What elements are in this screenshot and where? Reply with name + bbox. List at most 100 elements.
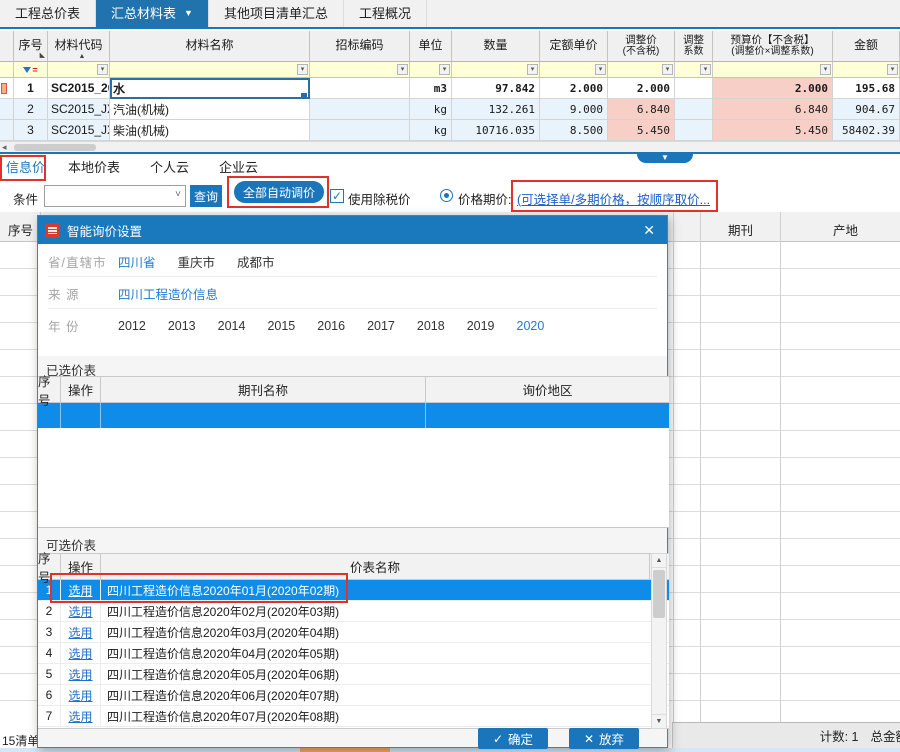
bottom-scrollbar-thumb[interactable] [300, 748, 390, 752]
year-option[interactable]: 2017 [367, 319, 395, 333]
year-option[interactable]: 2012 [118, 319, 146, 333]
cell-code[interactable]: SC2015_200 [48, 78, 110, 99]
header-adjust-coef[interactable]: 调整系数 [675, 31, 713, 62]
filter-cell-budget[interactable]: ▾ [713, 62, 833, 78]
cell-bid[interactable] [310, 99, 410, 120]
tax-checkbox[interactable]: ✓ [330, 189, 344, 203]
selected-empty-row[interactable] [38, 403, 669, 428]
query-button[interactable]: 查询 [190, 185, 222, 207]
cell-adj[interactable]: 5.450 [608, 120, 675, 141]
cell-amount[interactable]: 58402.39 [833, 120, 900, 141]
horizontal-scrollbar[interactable]: ◂ [0, 141, 900, 152]
filter-dropdown-icon[interactable]: ▾ [700, 64, 711, 75]
filter-dropdown-icon[interactable]: ▾ [887, 64, 898, 75]
year-option[interactable]: 2019 [467, 319, 495, 333]
cell-quota[interactable]: 9.000 [540, 99, 608, 120]
filter-cell-index[interactable]: = [14, 62, 48, 78]
cell-budget[interactable]: 5.450 [713, 120, 833, 141]
year-option[interactable]: 2013 [168, 319, 196, 333]
scroll-up-icon[interactable]: ▲ [652, 554, 666, 568]
use-link[interactable]: 选用 [61, 685, 101, 705]
period-radio[interactable] [440, 189, 453, 202]
cell-coef[interactable] [675, 78, 713, 99]
filter-dropdown-icon[interactable]: ▾ [439, 64, 450, 75]
filter-cell-coef[interactable]: ▾ [675, 62, 713, 78]
filter-cell-amount[interactable]: ▾ [833, 62, 900, 78]
header-adjusted-price[interactable]: 调整价(不含税) [608, 31, 675, 62]
cell-adj[interactable]: 2.000 [608, 78, 675, 99]
tab-project-overview[interactable]: 工程概况 [344, 0, 427, 27]
cell-index[interactable]: 2 [14, 99, 48, 120]
use-link[interactable]: 选用 [61, 643, 101, 663]
filter-dropdown-icon[interactable]: ▾ [595, 64, 606, 75]
filter-cell-qty[interactable]: ▾ [452, 62, 540, 78]
filter-cell-adj[interactable]: ▾ [608, 62, 675, 78]
cell-quota[interactable]: 8.500 [540, 120, 608, 141]
period-radio-label[interactable]: 价格期价: [458, 189, 511, 208]
filter-cell-code[interactable]: ▾ [48, 62, 110, 78]
cell-qty[interactable]: 132.261 [452, 99, 540, 120]
scrollbar-thumb[interactable] [653, 570, 665, 618]
cell-budget[interactable]: 6.840 [713, 99, 833, 120]
province-option-chongqing[interactable]: 重庆市 [178, 252, 216, 271]
filter-dropdown-icon[interactable]: ▾ [97, 64, 108, 75]
scrollbar-thumb[interactable] [14, 144, 96, 151]
filter-cell-bid[interactable]: ▾ [310, 62, 410, 78]
cell-unit[interactable]: kg [410, 99, 452, 120]
close-icon[interactable]: ✕ [643, 222, 655, 238]
cell-amount[interactable]: 195.68 [833, 78, 900, 99]
cell-quota[interactable]: 2.000 [540, 78, 608, 99]
vertical-scrollbar[interactable]: ▲ ▼ [651, 553, 667, 729]
tab-material-summary[interactable]: 汇总材料表 ▼ [96, 0, 209, 27]
tax-checkbox-label[interactable]: 使用除税价 [348, 189, 411, 208]
cell-code[interactable]: SC2015_JX00 [48, 99, 110, 120]
filter-dropdown-icon[interactable]: ▾ [527, 64, 538, 75]
tab-other-items[interactable]: 其他项目清单汇总 [209, 0, 344, 27]
list-item[interactable]: 3 选用 四川工程造价信息2020年03月(2020年04期) [38, 622, 669, 643]
tab-personal-cloud[interactable]: 个人云 [135, 155, 204, 180]
auto-adjust-button[interactable]: 全部自动调价 [234, 181, 324, 203]
list-item[interactable]: 4 选用 四川工程造价信息2020年04月(2020年05期) [38, 643, 669, 664]
cell-qty[interactable]: 10716.035 [452, 120, 540, 141]
filter-cell-quota[interactable]: ▾ [540, 62, 608, 78]
cell-index[interactable]: 3 [14, 120, 48, 141]
header-budget-price[interactable]: 预算价【不含税】(调整价×调整系数) [713, 31, 833, 62]
header-code[interactable]: 材料代码▲ [48, 31, 110, 62]
tab-project-total[interactable]: 工程总价表 [0, 0, 96, 27]
collapse-panel-handle[interactable]: ▼ [637, 153, 693, 163]
dialog-title-bar[interactable]: 智能询价设置 ✕ [38, 216, 667, 244]
use-link[interactable]: 选用 [61, 622, 101, 642]
filter-cell-name[interactable]: ▾ [110, 62, 310, 78]
cell-name[interactable]: 柴油(机械) [110, 120, 310, 141]
use-link[interactable]: 选用 [61, 664, 101, 684]
filter-dropdown-icon[interactable]: ▾ [820, 64, 831, 75]
cell-bid[interactable] [310, 120, 410, 141]
cancel-button[interactable]: ✕ 放弃 [569, 728, 639, 749]
cell-coef[interactable] [675, 99, 713, 120]
use-link[interactable]: 选用 [61, 601, 101, 621]
cell-unit[interactable]: m3 [410, 78, 452, 99]
cell-code[interactable]: SC2015_JX00 [48, 120, 110, 141]
header-index[interactable]: 序号◣ [14, 31, 48, 62]
filter-dropdown-icon[interactable]: ▾ [662, 64, 673, 75]
cell-name-selected[interactable]: 水 [110, 78, 310, 99]
cell-budget[interactable]: 2.000 [713, 78, 833, 99]
list-item[interactable]: 7 选用 四川工程造价信息2020年07月(2020年08期) [38, 706, 669, 727]
period-select-link[interactable]: (可选择单/多期价格，按顺序取价... [517, 189, 710, 208]
cell-index[interactable]: 1 [14, 78, 48, 99]
list-item[interactable]: 6 选用 四川工程造价信息2020年06月(2020年07期) [38, 685, 669, 706]
filter-dropdown-icon[interactable]: ▾ [297, 64, 308, 75]
condition-combobox[interactable]: ˅ [44, 185, 186, 207]
header-bid-code[interactable]: 招标编码 [310, 31, 410, 62]
header-quota-price[interactable]: 定额单价 [540, 31, 608, 62]
scroll-down-icon[interactable]: ▼ [652, 714, 666, 728]
cell-bid[interactable] [310, 78, 410, 99]
cell-qty[interactable]: 97.842 [452, 78, 540, 99]
list-item[interactable]: 5 选用 四川工程造价信息2020年05月(2020年06期) [38, 664, 669, 685]
year-option[interactable]: 2018 [417, 319, 445, 333]
cell-unit[interactable]: kg [410, 120, 452, 141]
cell-name[interactable]: 汽油(机械) [110, 99, 310, 120]
list-item[interactable]: 1 选用 四川工程造价信息2020年01月(2020年02期) [38, 580, 669, 601]
year-option-selected[interactable]: 2020 [517, 319, 545, 333]
header-unit[interactable]: 单位 [410, 31, 452, 62]
